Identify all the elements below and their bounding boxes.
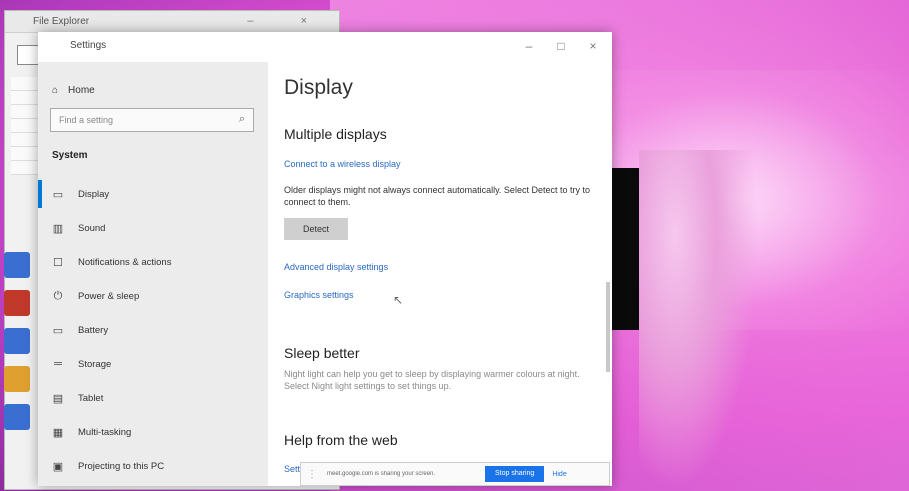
sidebar-item-sound[interactable]: ▥ Sound (38, 214, 268, 242)
mouse-cursor-icon: ↖ (393, 293, 404, 307)
webcam-person (639, 150, 759, 490)
desktop-app-icon[interactable] (4, 252, 30, 278)
storage-icon: ═ (54, 358, 62, 370)
desktop-app-icon[interactable] (4, 328, 30, 354)
share-banner-text: meet.google.com is sharing your screen. (327, 471, 436, 477)
sidebar-item-label: Tablet (78, 392, 104, 404)
connect-wireless-display-link[interactable]: Connect to a wireless display (284, 159, 401, 169)
webcam-overlay (612, 168, 639, 330)
speaker-icon: ▥ (52, 222, 64, 235)
sidebar-item-power[interactable]: ⏻ Power & sleep (38, 282, 268, 310)
sidebar-item-label: Projecting to this PC (78, 460, 165, 472)
monitor-icon: ▭ (52, 188, 64, 201)
settings-titlebar[interactable]: Settings – □ × (38, 32, 612, 62)
home-button[interactable]: ⌂ Home (52, 80, 95, 100)
search-icon: ⌕ (238, 113, 245, 125)
background-window-controls[interactable]: – × (247, 15, 329, 27)
tablet-icon: ▤ (52, 392, 64, 405)
sidebar-item-battery[interactable]: ▭ Battery (38, 316, 268, 344)
sidebar-item-label: Power & sleep (78, 290, 140, 302)
close-button[interactable]: × (580, 36, 606, 56)
sidebar-item-display[interactable]: ▭ Display (38, 180, 268, 208)
power-icon: ⏻ (53, 289, 63, 302)
settings-search-input[interactable]: Find a setting ⌕ (50, 108, 254, 132)
multitasking-icon: ▦ (52, 426, 64, 439)
sidebar-item-label: Battery (78, 324, 109, 336)
sidebar-item-label: Multi-tasking (78, 426, 132, 438)
settings-sidebar: ⌂ Home Find a setting ⌕ System ▭ Display… (38, 62, 268, 486)
search-placeholder: Find a setting (59, 115, 114, 125)
settings-content: Display Multiple displays Connect to a w… (268, 62, 612, 486)
home-label: Home (68, 84, 95, 96)
detect-button[interactable]: Detect (284, 218, 348, 240)
sidebar-item-tablet[interactable]: ▤ Tablet (38, 384, 268, 412)
battery-icon: ▭ (52, 324, 64, 337)
sleep-better-description: Night light can help you get to sleep by… (284, 369, 580, 391)
hide-banner-button[interactable]: Hide (552, 471, 566, 478)
settings-window: Settings – □ × ⌂ Home Find a setting ⌕ S… (38, 32, 612, 486)
screen-share-banner: ⋮ meet.google.com is sharing your screen… (300, 462, 610, 486)
sidebar-item-multitasking[interactable]: ▦ Multi-tasking (38, 418, 268, 446)
section-label-system: System (52, 150, 88, 161)
drag-handle-icon[interactable]: ⋮ (307, 469, 317, 480)
projector-icon: ▣ (52, 460, 64, 473)
desktop-app-icon[interactable] (4, 404, 30, 430)
page-title: Display (284, 76, 353, 99)
desktop-app-icon[interactable] (4, 366, 30, 392)
folder-icon[interactable] (17, 45, 39, 65)
graphics-settings-link[interactable]: Graphics settings (284, 290, 354, 300)
desktop-icons (0, 240, 34, 480)
sidebar-item-label: Notifications & actions (78, 256, 172, 268)
sidebar-item-notifications[interactable]: ☐ Notifications & actions (38, 248, 268, 276)
notification-icon: ☐ (53, 256, 63, 269)
advanced-display-settings-link[interactable]: Advanced display settings (284, 262, 388, 272)
minimize-button[interactable]: – (516, 36, 542, 56)
sidebar-item-projecting[interactable]: ▣ Projecting to this PC (38, 452, 268, 480)
background-window-title: File Explorer (33, 16, 90, 27)
sidebar-item-label: Display (78, 188, 110, 200)
multiple-displays-heading: Multiple displays (284, 126, 387, 142)
stop-sharing-button[interactable]: Stop sharing (485, 466, 545, 482)
content-scrollbar[interactable] (606, 282, 610, 372)
desktop-app-icon[interactable] (4, 290, 30, 316)
home-icon: ⌂ (52, 84, 59, 96)
detect-description: Older displays might not always connect … (284, 185, 590, 207)
sleep-better-heading: Sleep better (284, 345, 360, 361)
sidebar-item-label: Storage (78, 358, 112, 370)
background-window-titlebar[interactable]: File Explorer – × (5, 11, 339, 33)
settings-app-name: Settings (70, 40, 107, 51)
sidebar-item-label: Sound (78, 222, 106, 234)
help-heading: Help from the web (284, 432, 398, 448)
sidebar-item-storage[interactable]: ═ Storage (38, 350, 268, 378)
maximize-button[interactable]: □ (548, 36, 574, 56)
